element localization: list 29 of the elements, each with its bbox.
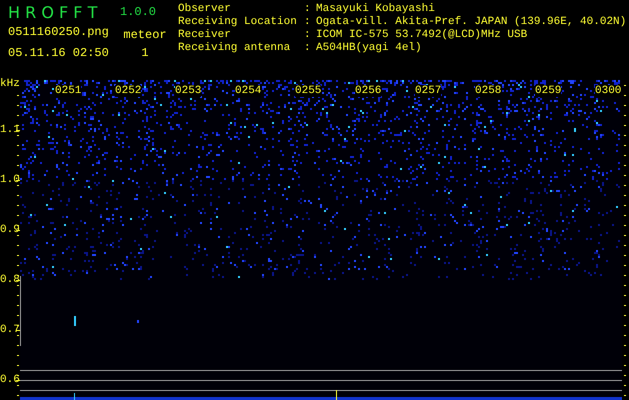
time-label: 0259 xyxy=(535,85,562,97)
station-value: A504HB(yagi 4el) xyxy=(316,42,423,55)
app-version: 1.0.0 xyxy=(120,5,158,19)
time-label: 0253 xyxy=(175,85,202,97)
station-label: Receiving Location xyxy=(178,16,298,29)
time-label: 0256 xyxy=(355,85,382,97)
station-value: Masayuki Kobayashi xyxy=(316,3,436,16)
separator: : xyxy=(304,3,312,16)
station-value: Ogata-vill. Akita-Pref. JAPAN (139.96E, 40.02N) xyxy=(316,16,626,29)
station-label: Observer xyxy=(178,3,232,16)
app-title: H R O F F T xyxy=(8,2,98,22)
time-label: 0254 xyxy=(235,85,262,97)
meteor-label: meteor xyxy=(122,28,168,42)
file-name: 0511160250.png xyxy=(8,25,110,39)
station-value: ICOM IC-575 53.7492(@LCD)MHz USB xyxy=(316,29,528,42)
station-label: Receiver xyxy=(178,29,232,42)
time-label: 0300 xyxy=(595,85,622,97)
station-label: Receiving antenna xyxy=(178,42,292,55)
separator: : xyxy=(304,29,312,42)
time-label: 0255 xyxy=(295,85,322,97)
separator: : xyxy=(304,16,312,29)
separator: : xyxy=(304,42,312,55)
date-time: 05.11.16 02:50 xyxy=(8,46,110,60)
time-label: 0258 xyxy=(475,85,502,97)
time-label: 0251 xyxy=(55,85,82,97)
time-label: 0257 xyxy=(415,85,442,97)
meteor-count: 1 xyxy=(140,46,150,60)
unit-label: kHz xyxy=(0,78,20,90)
time-label: 0252 xyxy=(115,85,142,97)
